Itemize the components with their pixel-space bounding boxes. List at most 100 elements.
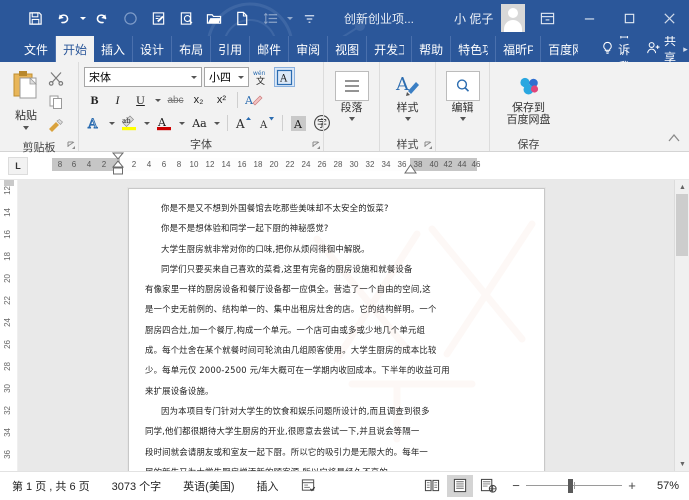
tab-insert[interactable]: 插入 [94,36,134,62]
tab-developer[interactable]: 开发工具 [367,36,413,62]
word-count[interactable]: 3073 个字 [112,478,162,494]
scroll-down-arrow-icon[interactable]: ▼ [675,457,689,471]
document-page[interactable]: 你是不是又不想到外国餐馆去吃那些美味却不太安全的饭菜? 你是不是想体验和同学一起… [128,188,545,471]
tab-help[interactable]: 帮助 [412,36,452,62]
tab-mailings[interactable]: 邮件 [250,36,290,62]
open-folder-icon[interactable] [201,5,227,31]
cut-scissors-icon[interactable] [48,70,64,91]
line-spacing-dropdown-caret[interactable] [285,5,294,31]
close-button[interactable] [649,0,689,36]
tab-stop-selector[interactable]: L [8,156,28,175]
edit-doc-icon[interactable] [145,5,171,31]
page-info[interactable]: 第 1 页 , 共 6 页 [12,478,90,494]
highlight-color-icon[interactable]: ab [119,113,140,133]
change-case-button[interactable]: Aa [189,113,210,133]
line-spacing-icon[interactable] [257,5,283,31]
character-shading-icon[interactable]: A [288,113,309,133]
customize-quick-access-icon[interactable] [296,5,322,31]
read-mode-icon[interactable] [419,475,445,497]
font-dialog-launcher-icon[interactable] [312,141,321,150]
avatar[interactable] [501,4,525,32]
tabs-scroll-right-icon[interactable]: ▸ [682,36,689,62]
phonetic-guide-icon[interactable]: wén 文 [251,67,272,87]
maximize-button[interactable] [609,0,649,36]
clear-formatting-icon[interactable]: A [243,90,264,110]
tell-me-box[interactable]: 告诉我 [593,36,640,62]
tab-references[interactable]: 引用 [211,36,251,62]
strikethrough-button[interactable]: abc [165,90,186,110]
insert-mode[interactable]: 插入 [257,478,279,494]
new-doc-icon[interactable] [229,5,255,31]
underline-button[interactable]: U [130,90,151,110]
horizontal-ruler[interactable]: 8 6 4 2 2 4 6 8 10 12 14 16 18 20 22 24 … [52,152,480,176]
scroll-up-arrow-icon[interactable]: ▲ [675,180,689,194]
tab-review[interactable]: 审阅 [289,36,329,62]
collapse-ribbon-icon[interactable] [667,131,681,149]
zoom-percent[interactable]: 57% [645,480,679,492]
proofing-errors-icon[interactable] [301,478,316,493]
shrink-font-icon[interactable]: A [256,113,277,133]
tab-baidu-netdisk[interactable]: 百度网盘 [541,36,585,62]
zoom-in-button[interactable]: + [627,478,637,493]
tab-home[interactable]: 开始 [56,36,95,62]
zoom-slider[interactable] [526,478,622,493]
undo-icon[interactable] [50,5,76,31]
text-effects-caret[interactable] [107,113,117,133]
underline-dropdown-caret[interactable] [153,90,163,110]
user-name[interactable]: 小 伲子 [454,10,493,27]
circle-icon[interactable] [117,5,143,31]
right-indent-marker[interactable] [404,164,417,176]
editing-dropdown-caret[interactable] [459,117,466,121]
paste-dropdown-caret[interactable] [23,126,29,130]
web-layout-icon[interactable] [475,475,501,497]
tab-design[interactable]: 设计 [133,36,173,62]
editing-button[interactable]: 编辑 [441,67,484,121]
bold-button[interactable]: B [84,90,105,110]
styles-dropdown-caret[interactable] [404,117,411,121]
tab-file[interactable]: 文件 [16,36,57,62]
italic-button[interactable]: I [107,90,128,110]
scrollbar-thumb[interactable] [676,194,688,256]
vertical-ruler[interactable]: 12 14 16 18 20 22 24 26 28 30 32 34 36 [0,180,18,471]
document-text[interactable]: 你是不是又不想到外国餐馆去吃那些美味却不太安全的饭菜? 你是不是想体验和同学一起… [129,189,544,471]
paste-button[interactable]: 粘贴 [5,67,47,130]
share-button[interactable]: 共享 [640,36,682,62]
font-size-combobox[interactable]: 小四 [204,67,249,87]
language-indicator[interactable]: 英语(美国) [183,478,234,494]
font-name-caret[interactable] [191,75,197,79]
font-name-combobox[interactable]: 宋体 [84,67,202,87]
tab-layout[interactable]: 布局 [172,36,212,62]
paragraph-dropdown-caret[interactable] [348,117,355,121]
zoom-slider-thumb[interactable] [568,478,573,493]
tab-view[interactable]: 视图 [328,36,368,62]
change-case-caret[interactable] [212,113,222,133]
format-painter-icon[interactable] [47,118,64,139]
undo-dropdown-caret[interactable] [78,5,87,31]
styles-dialog-launcher-icon[interactable] [424,141,433,150]
tab-features[interactable]: 特色功能 [451,36,497,62]
superscript-button[interactable]: x² [211,90,232,110]
document-canvas[interactable]: 你是不是又不想到外国餐馆去吃那些美味却不太安全的饭菜? 你是不是想体验和同学一起… [18,180,689,471]
paragraph-button[interactable]: 段落 [329,67,374,121]
text-effects-icon[interactable]: A [84,113,105,133]
font-color-caret[interactable] [177,113,187,133]
vertical-scrollbar[interactable]: ▲ ▼ [674,180,689,471]
redo-icon[interactable] [89,5,115,31]
print-layout-icon[interactable] [447,474,473,497]
character-border-icon[interactable]: A [274,67,295,87]
font-color-icon[interactable]: A [154,113,175,133]
styles-button[interactable]: A 样式 [385,67,430,121]
highlight-color-caret[interactable] [142,113,152,133]
grow-font-icon[interactable]: A [233,113,254,133]
clipboard-dialog-launcher-icon[interactable] [67,141,76,150]
tab-foxit-pdf[interactable]: 福昕PDF [496,36,542,62]
zoom-out-button[interactable]: − [511,478,521,493]
first-line-indent-marker[interactable] [111,152,125,180]
save-to-baidu-netdisk-button[interactable]: 保存到 百度网盘 [500,67,558,126]
copy-icon[interactable] [48,94,64,115]
subscript-button[interactable]: x₂ [188,90,209,110]
minimize-button[interactable] [569,0,609,36]
save-icon[interactable] [22,5,48,31]
ribbon-display-options-icon[interactable] [525,0,569,36]
font-size-caret[interactable] [238,75,244,79]
